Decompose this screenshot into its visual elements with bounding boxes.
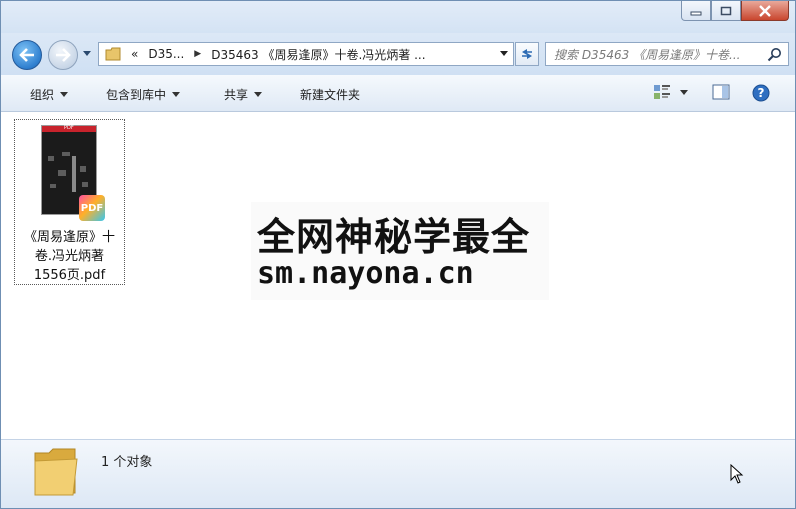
folder-icon xyxy=(105,47,121,61)
mouse-cursor-icon xyxy=(730,464,744,484)
new-folder-button[interactable]: 新建文件夹 xyxy=(300,86,360,103)
refresh-button[interactable] xyxy=(515,42,539,66)
include-library-label: 包含到库中 xyxy=(106,88,167,102)
file-item-pdf[interactable]: PDF PDF 《周易逢原》十 卷.冯光炳著 1556页.pdf xyxy=(14,119,125,285)
thumbnail-glyph xyxy=(58,170,66,176)
title-bar[interactable] xyxy=(1,1,795,33)
large-folder-icon xyxy=(34,448,78,496)
view-dropdown-chevron-icon[interactable] xyxy=(680,90,688,96)
item-count-text: 1 个对象 xyxy=(101,455,153,470)
new-folder-label: 新建文件夹 xyxy=(300,88,361,102)
preview-pane-icon[interactable] xyxy=(712,84,730,100)
refresh-icon xyxy=(522,49,532,59)
thumbnail-glyph xyxy=(82,182,88,187)
maximize-button[interactable] xyxy=(711,1,741,21)
include-in-library-menu[interactable]: 包含到库中 xyxy=(106,86,181,103)
svg-text:?: ? xyxy=(758,86,765,100)
thumbnail-glyph xyxy=(62,152,70,156)
share-menu[interactable]: 共享 xyxy=(224,86,263,103)
watermark-overlay: 全网神秘学最全 sm.nayona.cn xyxy=(251,202,549,300)
watermark-title: 全网神秘学最全 xyxy=(257,215,531,259)
file-name-line-3: 1556页.pdf xyxy=(33,268,106,283)
details-pane: 1 个对象 xyxy=(1,439,795,508)
breadcrumb-separator-icon[interactable]: ▶ xyxy=(194,49,201,59)
search-placeholder[interactable]: 搜索 D35463 《周易逢原》十卷... xyxy=(554,46,760,63)
command-bar: 组织 包含到库中 共享 新建文件夹 ? xyxy=(1,75,795,112)
file-name-label[interactable]: 《周易逢原》十 卷.冯光炳著 1556页.pdf xyxy=(15,228,124,285)
minimize-icon xyxy=(690,11,702,15)
breadcrumb-item-parent[interactable]: D35... xyxy=(148,47,184,61)
organize-label: 组织 xyxy=(30,88,55,102)
thumbnail-glyph xyxy=(50,184,56,188)
back-button[interactable] xyxy=(12,40,42,70)
arrow-left-icon xyxy=(19,48,34,62)
address-bar[interactable]: « D35... ▶ D35463 《周易逢原》十卷.冯光炳著 ... xyxy=(98,42,514,66)
help-icon[interactable]: ? xyxy=(752,84,770,102)
close-icon xyxy=(759,4,771,17)
search-icon[interactable] xyxy=(767,47,782,62)
share-label: 共享 xyxy=(224,88,249,102)
thumbnail-glyph xyxy=(48,156,54,161)
arrow-right-icon xyxy=(56,48,71,62)
file-name-line-1: 《周易逢原》十 xyxy=(23,230,115,245)
minimize-button[interactable] xyxy=(681,1,711,21)
watermark-url: sm.nayona.cn xyxy=(257,256,474,291)
navigation-bar: « D35... ▶ D35463 《周易逢原》十卷.冯光炳著 ... 搜索 D… xyxy=(1,33,795,75)
window-controls xyxy=(681,1,789,21)
explorer-window: « D35... ▶ D35463 《周易逢原》十卷.冯光炳著 ... 搜索 D… xyxy=(0,0,796,509)
breadcrumb-overflow[interactable]: « xyxy=(131,47,138,61)
close-button[interactable] xyxy=(741,1,789,21)
breadcrumb-item-current[interactable]: D35463 《周易逢原》十卷.冯光炳著 ... xyxy=(211,46,425,63)
thumbnail-glyph xyxy=(80,166,86,172)
chevron-down-icon[interactable] xyxy=(499,50,509,58)
chevron-down-icon xyxy=(60,91,69,97)
recent-pages-dropdown[interactable] xyxy=(82,50,92,58)
chevron-down-icon xyxy=(172,91,181,97)
organize-menu[interactable]: 组织 xyxy=(30,86,69,103)
forward-button[interactable] xyxy=(48,40,78,70)
thumbnail-band-label: PDF xyxy=(64,125,74,131)
file-list-area[interactable]: PDF PDF 《周易逢原》十 卷.冯光炳著 1556页.pdf 全网神秘学最全… xyxy=(1,112,795,439)
view-options-icon[interactable] xyxy=(653,84,671,100)
search-box[interactable]: 搜索 D35463 《周易逢原》十卷... xyxy=(545,42,789,66)
file-name-line-2: 卷.冯光炳著 xyxy=(34,249,105,264)
pdf-file-icon: PDF xyxy=(79,195,105,221)
maximize-icon xyxy=(720,6,732,15)
chevron-down-icon xyxy=(254,91,263,97)
thumbnail-glyph xyxy=(72,156,76,192)
